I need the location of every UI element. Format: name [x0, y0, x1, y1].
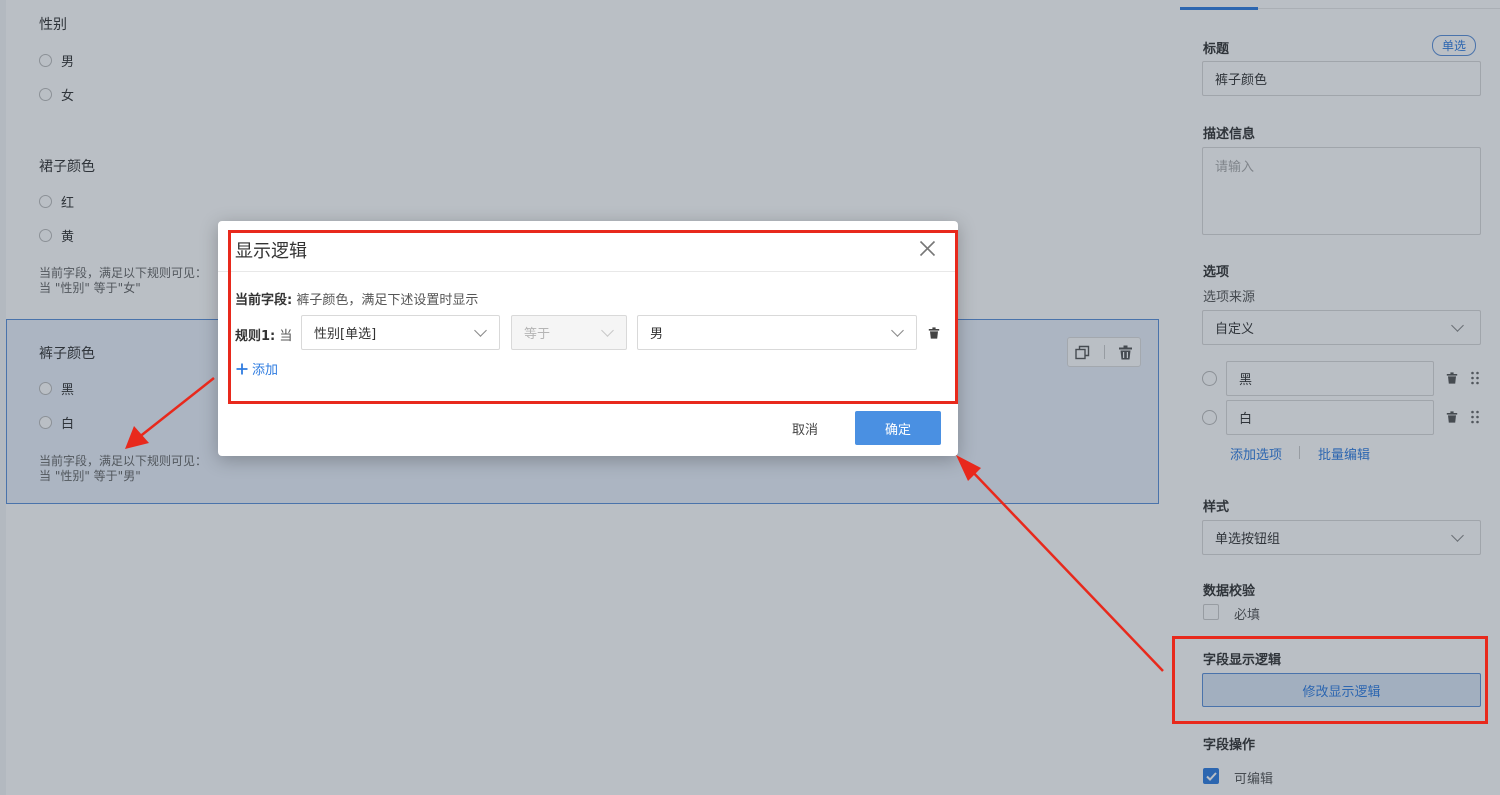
current-field-text: 裤子颜色，满足下述设置时显示 — [296, 293, 479, 308]
rule-field-value: 性别[单选] — [314, 327, 377, 342]
close-icon[interactable] — [919, 240, 936, 261]
add-rule-button[interactable]: 添加 — [236, 359, 278, 378]
confirm-button[interactable]: 确定 — [855, 411, 941, 445]
plus-icon — [236, 363, 248, 374]
rule-operator-select: 等于 — [511, 315, 627, 350]
rule-operator-value: 等于 — [524, 327, 551, 342]
current-field-row: 当前字段: 裤子颜色，满足下述设置时显示 — [235, 289, 478, 308]
current-field-label: 当前字段: — [235, 293, 293, 308]
chevron-down-icon — [601, 324, 614, 337]
add-rule-label: 添加 — [252, 363, 279, 378]
dialog-title: 显示逻辑 — [235, 241, 307, 262]
trash-icon[interactable] — [926, 325, 942, 341]
rule-row-label: 规则1: 当 — [235, 325, 292, 344]
rule-value-select[interactable]: 男 — [637, 315, 917, 350]
rule-when: 当 — [279, 329, 293, 344]
rule-value-value: 男 — [650, 327, 664, 342]
rule-label: 规则1: — [235, 329, 276, 344]
dialog-header-divider — [218, 271, 958, 272]
rule-field-select[interactable]: 性别[单选] — [301, 315, 500, 350]
chevron-down-icon — [891, 324, 904, 337]
chevron-down-icon — [474, 324, 487, 337]
cancel-button[interactable]: 取消 — [770, 411, 840, 445]
